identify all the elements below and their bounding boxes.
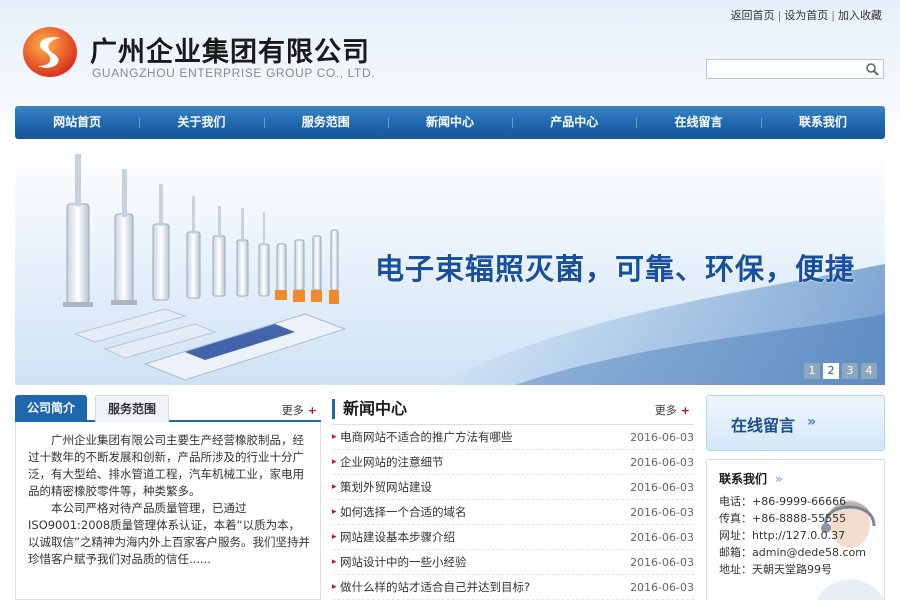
news-item-title[interactable]: 做什么样的站才适合自己并达到目标? bbox=[340, 580, 530, 594]
bullet-icon: ▸ bbox=[332, 582, 337, 592]
news-item-date: 2016-06-03 bbox=[630, 556, 694, 569]
contact-value: 天朝天堂路99号 bbox=[752, 563, 832, 576]
tab-service-scope[interactable]: 服务范围 bbox=[95, 395, 170, 422]
banner-page-4[interactable]: 4 bbox=[861, 363, 877, 379]
contact-panel: 联系我们 » 电话：+86-9999-66666 传真：+86-8888-5555… bbox=[706, 459, 885, 600]
online-message-label: 在线留言 bbox=[731, 416, 796, 435]
contact-label: 电话： bbox=[719, 495, 752, 508]
news-item[interactable]: ▸ 网站建设基本步骤介绍 2016-06-03 bbox=[332, 525, 694, 550]
news-item[interactable]: ▸ 企业网站的注意细节 2016-06-03 bbox=[332, 450, 694, 475]
online-message-button[interactable]: 在线留言 » bbox=[706, 395, 885, 451]
news-item-title[interactable]: 企业网站的注意细节 bbox=[340, 455, 444, 469]
header: 广州企业集团有限公司 GUANGZHOU ENTERPRISE GROUP CO… bbox=[0, 0, 900, 104]
set-homepage-link[interactable]: 设为首页 bbox=[784, 9, 828, 22]
search-input[interactable] bbox=[707, 60, 863, 78]
double-chevron-right-icon: » bbox=[807, 414, 817, 430]
intro-more-label: 更多 bbox=[281, 404, 304, 417]
contact-label: 地址： bbox=[719, 563, 752, 576]
news-item-date: 2016-06-03 bbox=[630, 506, 694, 519]
logo-swirl-icon[interactable] bbox=[22, 24, 78, 80]
nav-about[interactable]: 关于我们 bbox=[139, 106, 263, 139]
news-item[interactable]: ▸ 网站设计中的一些小经验 2016-06-03 bbox=[332, 550, 694, 575]
plus-icon: + bbox=[307, 404, 317, 417]
banner-slogan: 电子束辐照灭菌，可靠、环保，便捷 bbox=[375, 252, 856, 286]
news-list: ▸ 电商网站不适合的推广方法有哪些 2016-06-03 ▸ 企业网站的注意细节 201… bbox=[332, 425, 694, 600]
news-item-title[interactable]: 策划外贸网站建设 bbox=[340, 480, 432, 494]
news-more-link[interactable]: 更多 + bbox=[655, 402, 690, 418]
double-chevron-right-icon: » bbox=[775, 472, 783, 486]
intro-paragraph-1: 广州企业集团有限公司主要生产经营橡胶制品，经过十数年的不断发展和创新，产品所涉及… bbox=[28, 433, 304, 498]
news-title: 新闻中心 bbox=[332, 399, 407, 419]
news-item[interactable]: ▸ 电商网站不适合的推广方法有哪些 2016-06-03 bbox=[332, 425, 694, 450]
bullet-icon: ▸ bbox=[332, 482, 337, 492]
side-panel: 在线留言 » 联系我们 » 电话：+86-9999-66666 传真：+86-88… bbox=[706, 395, 885, 600]
news-item-date: 2016-06-03 bbox=[630, 456, 694, 469]
news-item-title[interactable]: 电商网站不适合的推广方法有哪些 bbox=[340, 430, 513, 444]
news-item[interactable]: ▸ 如何选择一个合适的域名 2016-06-03 bbox=[332, 500, 694, 525]
contact-website: 网址：http://127.0.0.37 bbox=[719, 527, 884, 544]
banner-page-2[interactable]: 2 bbox=[823, 363, 839, 379]
news-item-date: 2016-06-03 bbox=[630, 531, 694, 544]
banner-page-3[interactable]: 3 bbox=[842, 363, 858, 379]
contact-value[interactable]: admin@dede58.com bbox=[752, 546, 866, 559]
banner-slider[interactable]: 电子束辐照灭菌，可靠、环保，便捷 1 2 3 4 bbox=[15, 144, 885, 385]
tab-company-intro[interactable]: 公司简介 bbox=[15, 395, 88, 422]
search-icon[interactable] bbox=[865, 62, 881, 76]
contact-value: +86-8888-55555 bbox=[752, 512, 847, 525]
news-more-label: 更多 bbox=[654, 404, 677, 417]
add-favorite-link[interactable]: 加入收藏 bbox=[838, 9, 882, 22]
news-item-date: 2016-06-03 bbox=[630, 581, 694, 594]
company-name: 广州企业集团有限公司 bbox=[90, 37, 370, 68]
news-header: 新闻中心 更多 + bbox=[332, 395, 694, 425]
bullet-icon: ▸ bbox=[332, 532, 337, 542]
bullet-icon: ▸ bbox=[332, 457, 337, 467]
nav-news[interactable]: 新闻中心 bbox=[387, 106, 512, 139]
contact-address: 地址：天朝天堂路99号 bbox=[719, 561, 884, 578]
contact-label: 邮箱： bbox=[719, 546, 752, 559]
intro-more-link[interactable]: 更多 + bbox=[282, 402, 317, 418]
nav-contact[interactable]: 联系我们 bbox=[760, 106, 885, 139]
bullet-icon: ▸ bbox=[332, 432, 337, 442]
main-nav: 网站首页 关于我们 服务范围 新闻中心 产品中心 在线留言 联系我们 bbox=[15, 106, 885, 139]
search-box bbox=[706, 59, 884, 79]
banner-page-1[interactable]: 1 bbox=[804, 363, 820, 379]
contact-label: 传真： bbox=[719, 512, 752, 525]
nav-home[interactable]: 网站首页 bbox=[15, 106, 139, 139]
intro-tabs: 公司简介 服务范围 更多 + bbox=[15, 395, 321, 422]
company-name-en: GUANGZHOU ENTERPRISE GROUP CO., LTD. bbox=[92, 66, 376, 80]
contact-phone: 电话：+86-9999-66666 bbox=[719, 493, 884, 510]
back-home-link[interactable]: 返回首页 bbox=[731, 9, 775, 22]
nav-products[interactable]: 产品中心 bbox=[512, 106, 636, 139]
news-panel: 新闻中心 更多 + ▸ 电商网站不适合的推广方法有哪些 2016-06-03 ▸ 企业网… bbox=[332, 395, 694, 600]
contact-value[interactable]: http://127.0.0.37 bbox=[752, 529, 845, 542]
news-item[interactable]: ▸ 策划外贸网站建设 2016-06-03 bbox=[332, 475, 694, 500]
contact-label: 网址： bbox=[719, 529, 752, 542]
contact-email: 邮箱：admin@dede58.com bbox=[719, 544, 884, 561]
news-item-title[interactable]: 网站建设基本步骤介绍 bbox=[340, 530, 455, 544]
nav-message[interactable]: 在线留言 bbox=[636, 106, 760, 139]
news-item-date: 2016-06-03 bbox=[630, 431, 694, 444]
news-item-title[interactable]: 如何选择一个合适的域名 bbox=[340, 505, 467, 519]
news-item-date: 2016-06-03 bbox=[630, 481, 694, 494]
top-links: 返回首页 | 设为首页 | 加入收藏 bbox=[730, 9, 882, 22]
news-item[interactable]: ▸ 做什么样的站才适合自己并达到目标? 2016-06-03 bbox=[332, 575, 694, 600]
banner-pager: 1 2 3 4 bbox=[804, 363, 877, 379]
contact-fax: 传真：+86-8888-55555 bbox=[719, 510, 884, 527]
intro-text: 广州企业集团有限公司主要生产经营橡胶制品，经过十数年的不断发展和创新，产品所涉及… bbox=[15, 422, 321, 600]
bullet-icon: ▸ bbox=[332, 507, 337, 517]
contact-title-label: 联系我们 bbox=[719, 472, 768, 486]
company-intro-panel: 公司简介 服务范围 更多 + 广州企业集团有限公司主要生产经营橡胶制品，经过十数年… bbox=[15, 395, 321, 600]
news-item-title[interactable]: 网站设计中的一些小经验 bbox=[340, 555, 467, 569]
contact-details: 电话：+86-9999-66666 传真：+86-8888-55555 网址：h… bbox=[719, 493, 884, 578]
intro-paragraph-2: 本公司严格对待产品质量管理，已通过ISO9001:2008质量管理体系认证，本着… bbox=[28, 501, 310, 566]
bullet-icon: ▸ bbox=[332, 557, 337, 567]
plus-icon: + bbox=[680, 404, 690, 417]
contact-value: +86-9999-66666 bbox=[752, 495, 847, 508]
nav-services[interactable]: 服务范围 bbox=[263, 106, 388, 139]
